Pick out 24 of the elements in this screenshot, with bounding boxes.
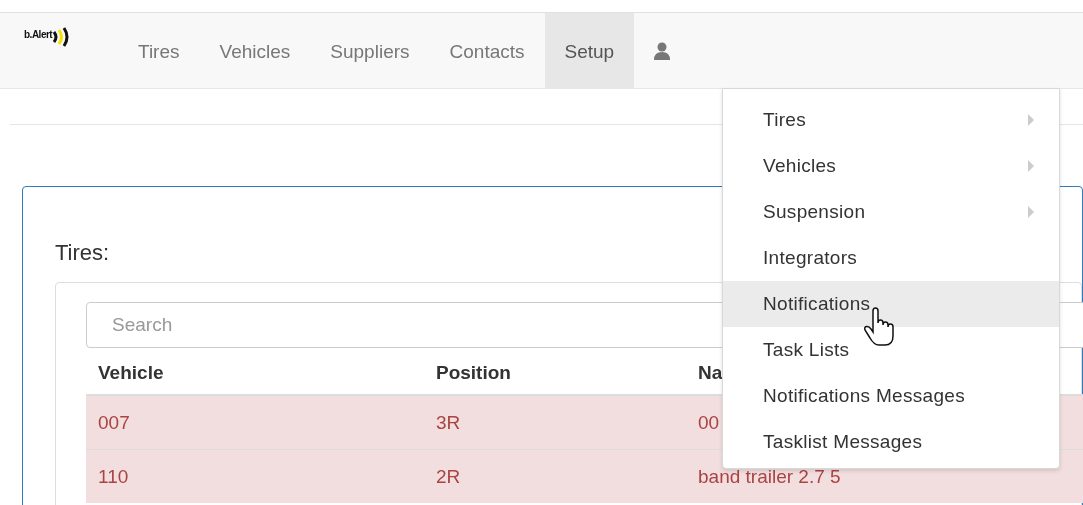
- nav-tab[interactable]: Vehicles: [199, 13, 311, 88]
- submenu-caret-icon: [1027, 113, 1035, 127]
- signal-waves-icon: [53, 27, 70, 47]
- nav-tab[interactable]: Tires: [118, 13, 200, 88]
- menu-item[interactable]: Integrators: [723, 235, 1059, 281]
- menu-item[interactable]: Notifications Messages: [723, 373, 1059, 419]
- menu-item[interactable]: Vehicles: [723, 143, 1059, 189]
- menu-item[interactable]: Tires: [723, 97, 1059, 143]
- submenu-caret-icon: [1027, 205, 1035, 219]
- user-icon[interactable]: [654, 41, 671, 60]
- menu-item[interactable]: Suspension: [723, 189, 1059, 235]
- table-cell: 3R: [424, 395, 686, 450]
- table-cell: 2R: [424, 449, 686, 503]
- table-cell: 110: [86, 449, 424, 503]
- panel-title: Tires:: [55, 240, 110, 266]
- brand-logo-text[interactable]: b.Alert: [24, 29, 53, 40]
- nav-tab[interactable]: Contacts: [429, 13, 545, 88]
- table-cell: 007: [86, 395, 424, 450]
- submenu-caret-icon: [1027, 159, 1035, 173]
- nav-tab[interactable]: Setup: [544, 13, 635, 88]
- nav-tab[interactable]: Suppliers: [310, 13, 430, 88]
- menu-item[interactable]: Notifications: [723, 281, 1059, 327]
- menu-item[interactable]: Tasklist Messages: [723, 419, 1059, 465]
- menu-item[interactable]: Task Lists: [723, 327, 1059, 373]
